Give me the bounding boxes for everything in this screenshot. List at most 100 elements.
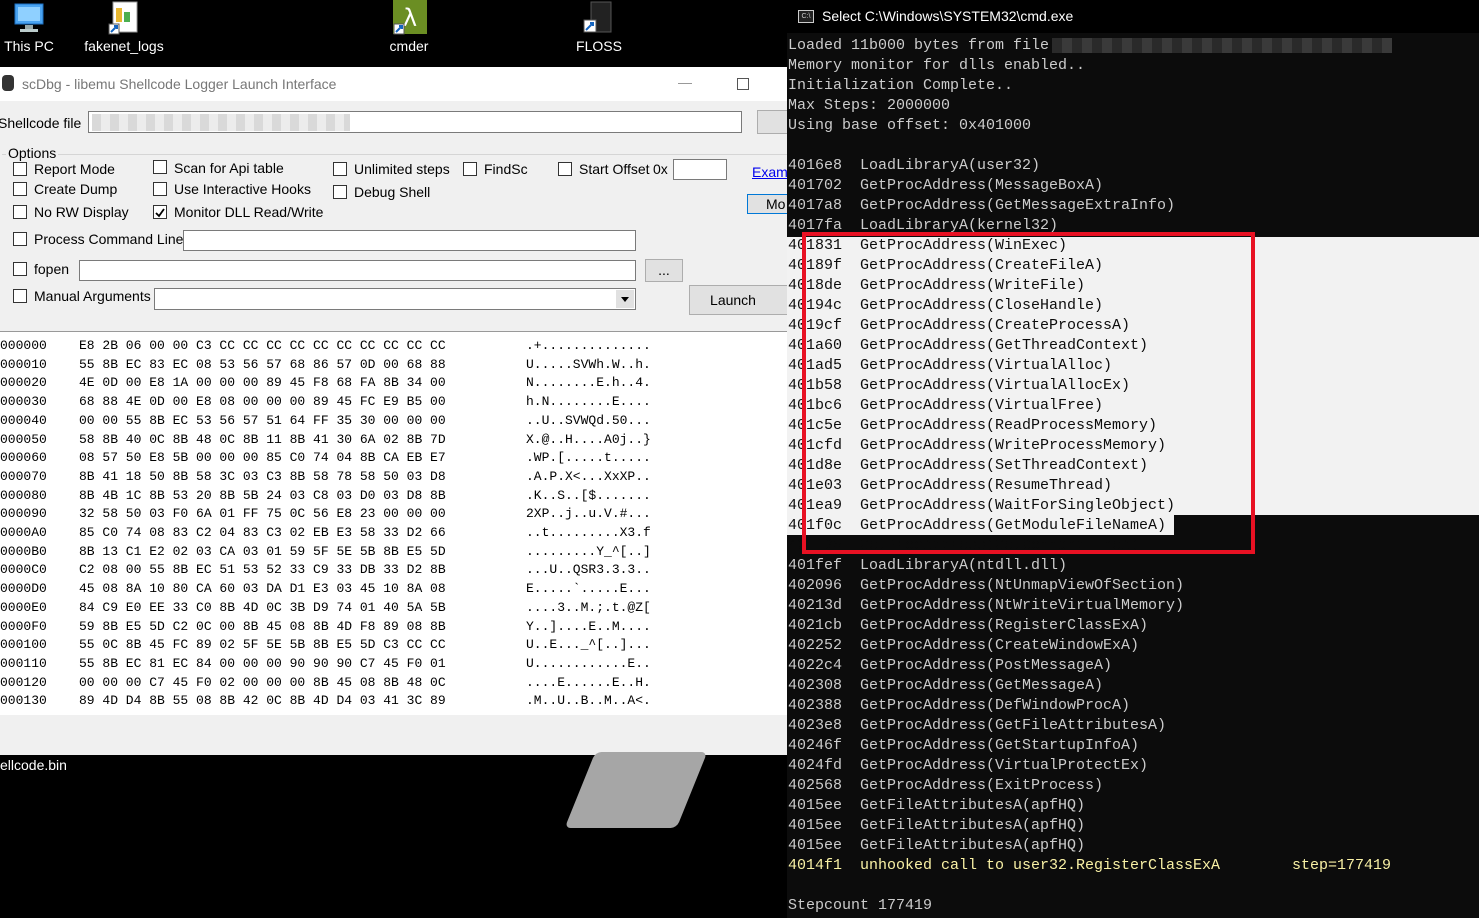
computer-icon	[11, 0, 47, 36]
chevron-down-icon	[621, 297, 629, 302]
fopen-input[interactable]	[79, 260, 636, 281]
hex-bytes: 32 58 50 03 F0 6A 01 FF 75 0C 56 E8 23 0…	[79, 506, 446, 522]
console-line: Memory monitor for dlls enabled..	[788, 57, 1086, 74]
api-address: 402096	[788, 577, 843, 594]
api-call: GetProcAddress(RegisterClassExA)	[860, 617, 1149, 634]
api-address: 401fef	[788, 557, 843, 574]
fopen-label: fopen	[34, 261, 70, 277]
hex-ascii: Y..]....E..M....	[526, 618, 651, 634]
desktop-icon-cmder[interactable]: λ cmder	[364, 0, 454, 54]
hex-ascii: E.....`.....E...	[526, 581, 651, 597]
hex-offset: 000080	[0, 487, 47, 503]
fopen-browse-button[interactable]: ...	[645, 259, 683, 282]
more-button-label: Mo	[766, 196, 786, 212]
unlimited-steps-checkbox[interactable]	[333, 162, 347, 176]
hex-bytes: 00 00 55 8B EC 53 56 57 51 64 FF 35 30 0…	[79, 412, 446, 428]
start-offset-prefix: 0x	[653, 161, 668, 177]
console-line: Loaded 11b000 bytes from file	[788, 37, 1050, 54]
hex-bytes: 58 8B 40 0C 8B 48 0C 8B 11 8B 41 30 6A 0…	[79, 431, 446, 447]
fopen-checkbox[interactable]	[13, 262, 27, 276]
process-cmdline-checkbox[interactable]	[13, 232, 27, 246]
api-address: 4016e8	[788, 157, 843, 174]
hex-offset: 000070	[0, 468, 47, 484]
api-call: GetProcAddress(GetFileAttributesA)	[860, 717, 1167, 734]
api-call: GetProcAddress(GetMessageA)	[860, 677, 1104, 694]
api-call: GetProcAddress(NtUnmapViewOfSection)	[860, 577, 1185, 594]
hex-ascii: U............E..	[526, 655, 651, 671]
start-offset-input[interactable]	[673, 159, 727, 180]
shellcode-file-label: Shellcode file	[0, 115, 82, 131]
create-dump-checkbox[interactable]	[13, 182, 27, 196]
stepcount-line: Stepcount 177419	[788, 897, 933, 914]
examples-link[interactable]: Exam	[752, 164, 787, 180]
api-address: 4024fd	[788, 757, 843, 774]
api-call: LoadLibraryA(ntdll.dll)	[860, 557, 1068, 574]
debug-shell-checkbox[interactable]	[333, 185, 347, 199]
api-call: GetProcAddress(VirtualProtectEx)	[860, 757, 1149, 774]
desktop-icon-label: FLOSS	[576, 38, 622, 54]
hex-bytes: 84 C9 E0 EE 33 C0 8B 4D 0C 3B D9 74 01 4…	[79, 599, 446, 615]
hex-offset: 000130	[0, 693, 47, 709]
desktop-icon-label: cmder	[389, 38, 429, 54]
desktop-icon-label: fakenet_logs	[84, 38, 164, 54]
hex-ascii: N........E.h..4.	[526, 375, 651, 391]
process-cmdline-input[interactable]	[183, 230, 636, 251]
api-address: 402388	[788, 697, 843, 714]
shellcode-browse-button[interactable]	[757, 110, 787, 134]
hex-ascii: .........Y_^[..]	[526, 543, 651, 559]
redacted-path	[92, 114, 350, 131]
hex-ascii: .WP.[.....t.....	[526, 450, 651, 466]
monitor-dll-checkbox[interactable]	[153, 205, 167, 219]
scan-api-label: Scan for Api table	[174, 160, 284, 176]
api-call: GetProcAddress(MessageBoxA)	[860, 177, 1104, 194]
more-button[interactable]: Mo	[747, 194, 787, 214]
report-mode-checkbox[interactable]	[13, 162, 27, 176]
api-address: 4022c4	[788, 657, 843, 674]
no-rw-display-checkbox[interactable]	[13, 205, 27, 219]
hex-bytes: 55 8B EC 83 EC 08 53 56 57 68 86 57 0D 0…	[79, 356, 446, 372]
manual-args-combobox[interactable]	[154, 288, 636, 310]
api-address: 401702	[788, 177, 843, 194]
api-call: unhooked call to user32.RegisterClassExA	[860, 857, 1221, 874]
redacted-filename	[1052, 38, 1392, 53]
svg-text:λ: λ	[403, 4, 417, 32]
api-call: GetProcAddress(GetMessageExtraInfo)	[860, 197, 1176, 214]
cmd-window: C:\ Select C:\Windows\SYSTEM32\cmd.exe L…	[787, 0, 1479, 918]
api-address: 4015ee	[788, 837, 843, 854]
api-address: 402308	[788, 677, 843, 694]
api-call: GetProcAddress(CreateWindowExA)	[860, 637, 1140, 654]
scdbg-window: scDbg - libemu Shellcode Logger Launch I…	[0, 67, 787, 755]
hex-offset: 0000E0	[0, 599, 47, 615]
findsc-checkbox[interactable]	[463, 162, 477, 176]
api-address: 40246f	[788, 737, 843, 754]
hex-offset: 0000B0	[0, 543, 47, 559]
hex-offset: 000040	[0, 412, 47, 428]
minimize-button[interactable]	[678, 83, 692, 84]
interactive-hooks-checkbox[interactable]	[153, 182, 167, 196]
hex-bytes: 55 0C 8B 45 FC 89 02 5F 5E 5B 8B E5 5D C…	[79, 637, 446, 653]
maximize-button[interactable]	[737, 78, 749, 90]
dropdown-button[interactable]	[616, 290, 634, 308]
hex-bytes: 8B 41 18 50 8B 58 3C 03 C3 8B 58 78 58 5…	[79, 468, 446, 484]
desktop-icon-floss[interactable]: FLOSS	[554, 0, 644, 54]
desktop-icon-fakenet-logs[interactable]: fakenet_logs	[79, 0, 169, 54]
hex-ascii: .A.P.X<...XxXP..	[526, 468, 651, 484]
floss-shortcut-icon	[581, 0, 617, 36]
start-offset-checkbox[interactable]	[558, 162, 572, 176]
hex-offset: 000020	[0, 375, 47, 391]
unlimited-steps-label: Unlimited steps	[354, 161, 450, 177]
hex-bytes: 55 8B EC 81 EC 84 00 00 00 90 90 90 C7 4…	[79, 655, 446, 671]
folder-shortcut-icon	[106, 0, 142, 36]
hex-offset: 000050	[0, 431, 47, 447]
desktop-icon-label: This PC	[4, 38, 54, 54]
launch-button[interactable]: Launch	[689, 285, 787, 315]
desktop-icon-this-pc[interactable]: This PC	[0, 0, 74, 54]
manual-args-checkbox[interactable]	[13, 289, 27, 303]
manual-args-label: Manual Arguments	[34, 288, 151, 304]
api-address: 4023e8	[788, 717, 843, 734]
scan-api-checkbox[interactable]	[153, 160, 167, 174]
hex-view[interactable]: 000000 E8 2B 06 00 00 C3 CC CC CC CC CC C…	[0, 331, 787, 715]
hex-bytes: 4E 0D 00 E8 1A 00 00 00 89 45 F8 68 FA 8…	[79, 375, 446, 391]
cmd-icon: C:\	[798, 10, 814, 23]
api-call: GetProcAddress(NtWriteVirtualMemory)	[860, 597, 1185, 614]
